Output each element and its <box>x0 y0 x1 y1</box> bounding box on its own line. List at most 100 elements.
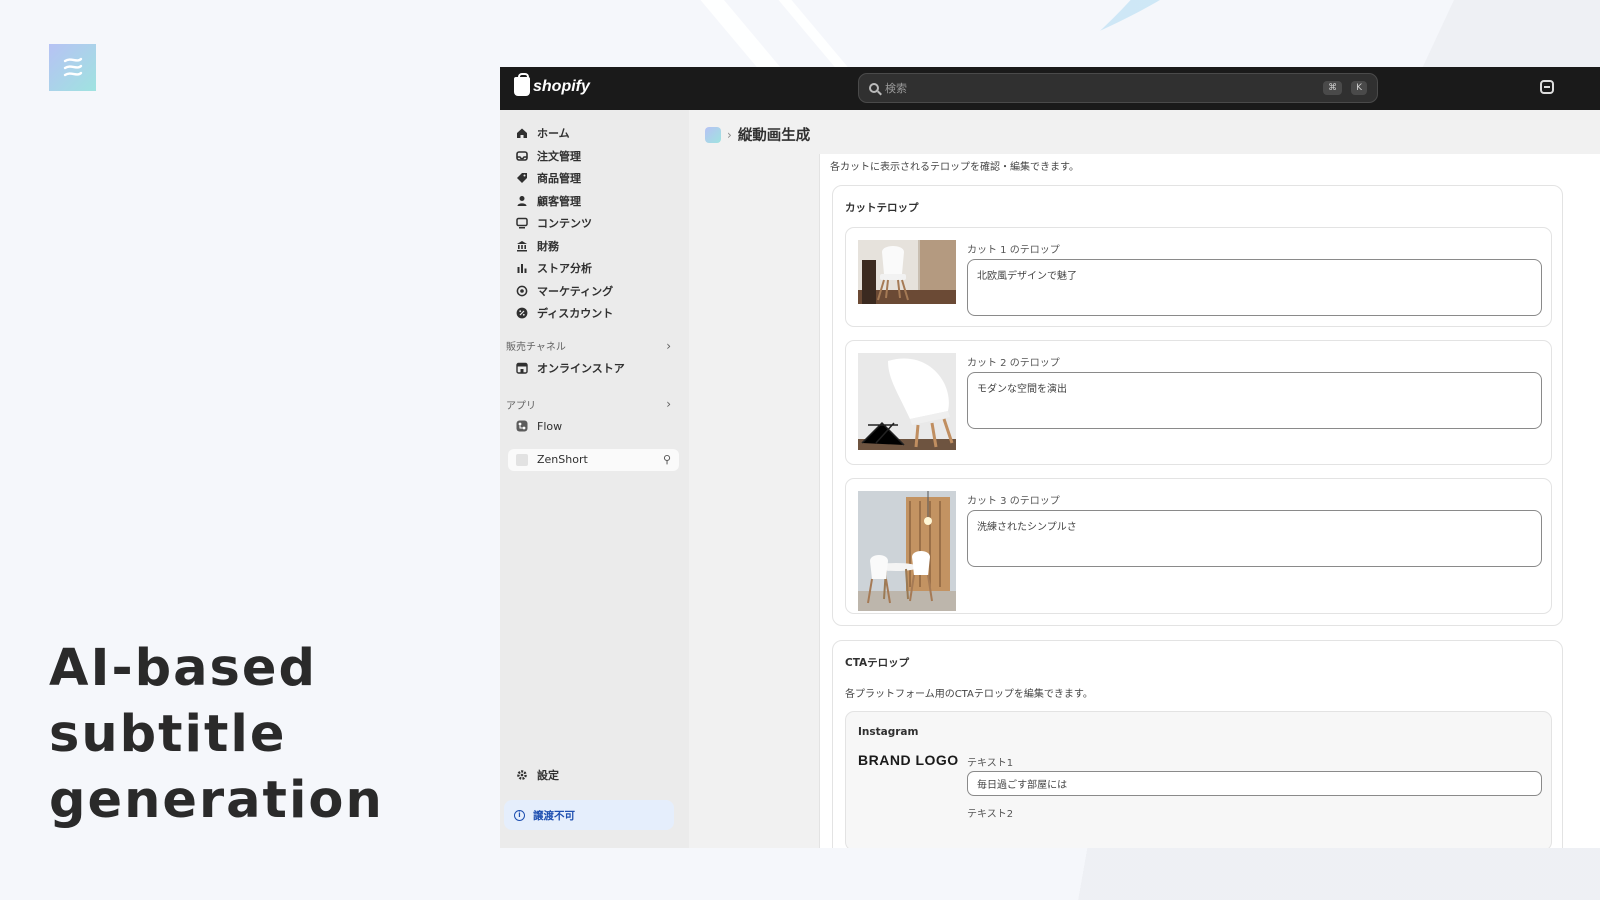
shortcut-key: K <box>1351 81 1367 95</box>
cut-label: カット 2 のテロップ <box>967 358 1060 369</box>
sidebar-item-label: 財務 <box>537 239 559 253</box>
info-icon: i <box>514 809 525 821</box>
sidebar-item-label: ZenShort <box>537 453 588 466</box>
card-title: CTAテロップ <box>845 657 910 669</box>
chair-photo <box>858 353 956 450</box>
cut-label: カット 1 のテロップ <box>967 245 1060 256</box>
headline-line: AI-based <box>49 639 317 698</box>
cut-2-thumbnail <box>858 353 956 450</box>
sales-channels-header[interactable]: 販売チャネル › <box>500 335 689 357</box>
slide-headline: AI-based subtitle generation <box>49 636 469 834</box>
brand-logo: BRAND LOGO <box>858 752 959 768</box>
chevron-right-icon: › <box>666 338 671 353</box>
person-icon <box>516 195 528 207</box>
sidebar-item-products[interactable]: 商品管理 <box>500 167 689 190</box>
sidebar-item-marketing[interactable]: マーケティング <box>500 280 689 303</box>
content-panel: 各カットに表示されるテロップを確認・編集できます。 カットテロップ カット 1 … <box>819 154 1600 848</box>
zenshort-app-icon <box>516 453 528 466</box>
chair-photo <box>858 240 956 304</box>
cut-item: カット 3 のテロップ 洗練されたシンプルさ <box>845 478 1552 614</box>
waves-icon <box>63 57 82 76</box>
tag-icon <box>516 172 528 184</box>
content-icon <box>516 217 528 229</box>
storefront-icon <box>516 362 528 374</box>
shopify-admin-window: shopify ⌘ K ホーム 注文管理 商品管理 顧客管理 コンテ <box>500 67 1600 848</box>
cut-item: カット 2 のテロップ モダンな空間を演出 <box>845 340 1552 465</box>
cut-intro-text: 各カットに表示されるテロップを確認・編集できます。 <box>830 162 1079 173</box>
dining-room-photo <box>858 491 956 611</box>
main-content: › 縦動画生成 各カットに表示されるテロップを確認・編集できます。 カットテロッ… <box>689 110 1600 848</box>
sidebar-item-label: ストア分析 <box>537 262 592 276</box>
sidebar: ホーム 注文管理 商品管理 顧客管理 コンテンツ 財務 ストア分析 マーケティン… <box>500 110 689 848</box>
zenshort-app-icon[interactable] <box>705 126 721 143</box>
sidebar-item-label: マーケティング <box>537 284 614 298</box>
top-bar: shopify ⌘ K <box>500 67 1600 110</box>
sidebar-item-label: 顧客管理 <box>537 194 581 208</box>
brand-name: shopify <box>533 77 590 95</box>
sidebar-item-finance[interactable]: 財務 <box>500 235 689 258</box>
apps-header[interactable]: アプリ › <box>500 393 689 415</box>
breadcrumb: › 縦動画生成 <box>705 124 810 145</box>
cta-description: 各プラットフォーム用のCTAテロップを編集できます。 <box>845 689 1093 700</box>
flow-app-icon <box>516 420 528 432</box>
cut-subtitles-card: カットテロップ カット 1 のテロップ 北欧風デザインで魅了 カット 2 のテロ… <box>832 185 1563 626</box>
text2-label: テキスト2 <box>967 809 1014 820</box>
discount-icon <box>516 307 528 319</box>
sidebar-item-label: Flow <box>537 419 563 433</box>
text1-label: テキスト1 <box>967 758 1014 769</box>
sidebar-item-analytics[interactable]: ストア分析 <box>500 257 689 280</box>
non-transferable-notice[interactable]: i 譲渡不可 <box>504 800 674 830</box>
sidebar-item-orders[interactable]: 注文管理 <box>500 145 689 168</box>
cta-subtitles-card: CTAテロップ 各プラットフォーム用のCTAテロップを編集できます。 Insta… <box>832 640 1563 848</box>
cut-1-thumbnail <box>858 240 956 304</box>
notice-text: 譲渡不可 <box>533 809 575 822</box>
sidebar-item-customers[interactable]: 顧客管理 <box>500 190 689 213</box>
search-input[interactable] <box>885 81 1315 95</box>
sidebar-item-home[interactable]: ホーム <box>500 122 689 145</box>
sidebar-item-label: ディスカウント <box>537 307 614 321</box>
cut-1-subtitle-input[interactable]: 北欧風デザインで魅了 <box>967 259 1542 316</box>
section-title: 販売チャネル <box>506 342 566 353</box>
cta-text1-input[interactable] <box>967 771 1542 796</box>
sidebar-item-label: コンテンツ <box>537 217 592 231</box>
shortcut-key: ⌘ <box>1323 81 1343 95</box>
settings-section: 設定 <box>500 764 689 787</box>
sidebar-item-online-store[interactable]: オンラインストア <box>500 357 689 380</box>
target-icon <box>516 285 528 297</box>
pin-icon[interactable]: ⚲ <box>663 453 671 466</box>
store-switcher-icon[interactable] <box>1540 80 1554 94</box>
bar-chart-icon <box>516 262 528 274</box>
card-title: カットテロップ <box>845 202 919 214</box>
bank-icon <box>516 240 528 252</box>
gear-icon <box>516 769 528 781</box>
headline-line: generation <box>49 771 384 830</box>
sidebar-item-label: 商品管理 <box>537 172 581 186</box>
platform-instagram: Instagram BRAND LOGO テキスト1 テキスト2 <box>845 711 1552 848</box>
shopify-logo[interactable]: shopify <box>514 73 590 96</box>
chevron-right-icon: › <box>666 397 671 411</box>
home-icon <box>516 127 528 139</box>
chevron-right-icon: › <box>727 127 732 142</box>
cut-3-thumbnail <box>858 491 956 611</box>
shopping-bag-icon <box>514 73 530 96</box>
search-bar[interactable]: ⌘ K <box>858 73 1378 103</box>
zenshort-logo-icon <box>49 44 96 91</box>
cut-label: カット 3 のテロップ <box>967 496 1060 507</box>
page-title: 縦動画生成 <box>737 128 811 144</box>
sidebar-item-settings[interactable]: 設定 <box>500 764 689 787</box>
sidebar-item-label: 設定 <box>537 769 559 783</box>
sidebar-item-label: ホーム <box>537 127 570 141</box>
cut-2-subtitle-input[interactable]: モダンな空間を演出 <box>967 372 1542 429</box>
sidebar-item-content[interactable]: コンテンツ <box>500 212 689 235</box>
sidebar-item-flow[interactable]: Flow <box>500 415 689 438</box>
inbox-icon <box>516 150 528 162</box>
cut-3-subtitle-input[interactable]: 洗練されたシンプルさ <box>967 510 1542 567</box>
platform-name: Instagram <box>858 726 919 738</box>
sidebar-item-label: 注文管理 <box>537 149 581 163</box>
cut-item: カット 1 のテロップ 北欧風デザインで魅了 <box>845 227 1552 327</box>
sidebar-item-discounts[interactable]: ディスカウント <box>500 302 689 325</box>
sidebar-item-zenshort[interactable]: ZenShort ⚲ <box>508 448 679 471</box>
sidebar-item-label: オンラインストア <box>537 361 625 375</box>
headline-line: subtitle <box>49 705 287 764</box>
section-title: アプリ <box>506 400 536 412</box>
